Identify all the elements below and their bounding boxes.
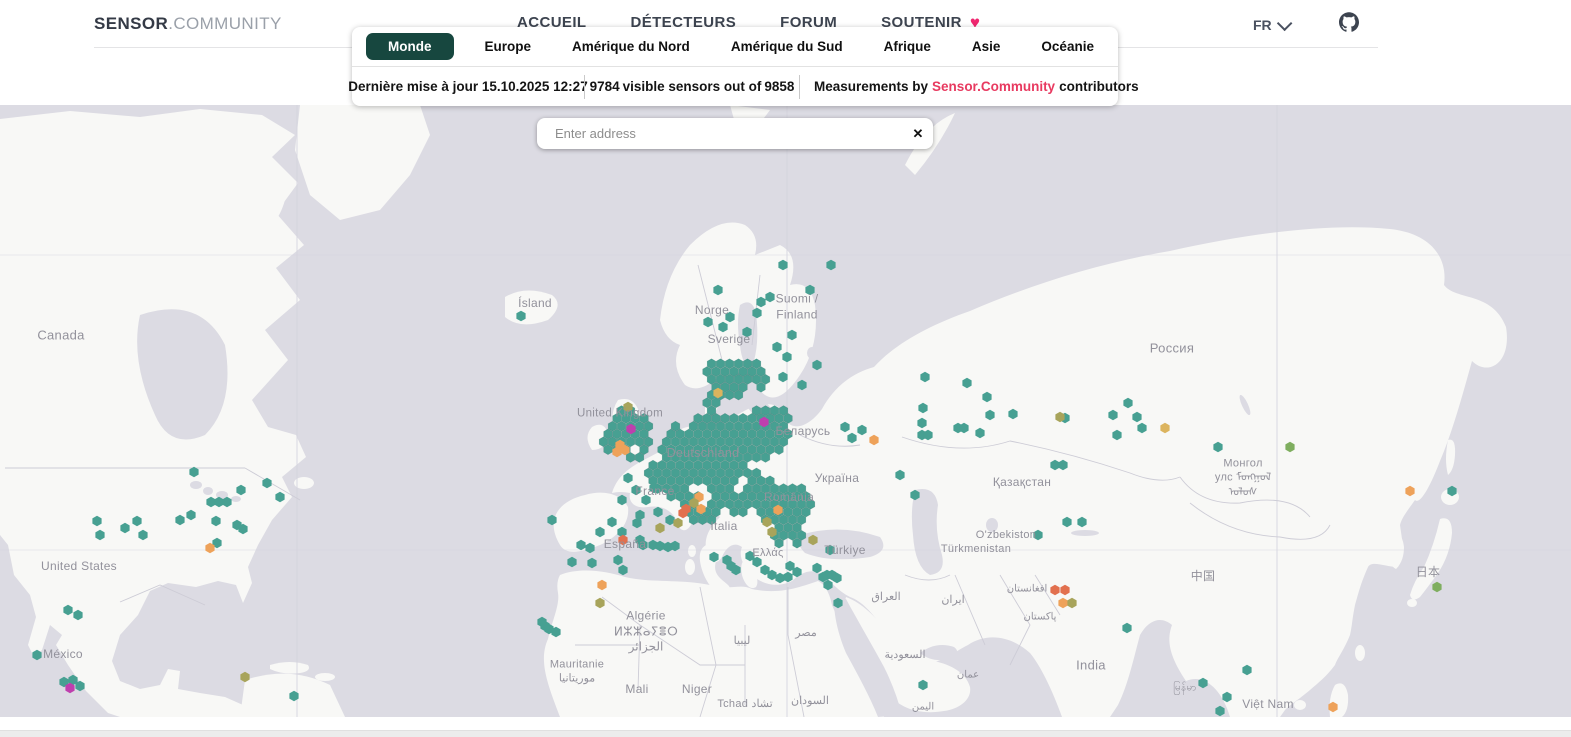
site-logo[interactable]: SENSOR.COMMUNITY: [94, 14, 282, 34]
map-control-panel: Monde Europe Amérique du Nord Amérique du S…: [352, 27, 1118, 106]
sensor-dot[interactable]: [604, 445, 613, 455]
tab-afrique[interactable]: Afrique: [874, 33, 941, 60]
sensor-community-link[interactable]: Sensor.Community: [932, 79, 1055, 94]
tab-amérique-du-nord[interactable]: Amérique du Nord: [562, 33, 700, 60]
sensor-dot[interactable]: [635, 452, 644, 462]
language-label: FR: [1253, 17, 1272, 33]
total-count: 9858: [764, 79, 794, 94]
visible-count: 9784: [590, 79, 620, 94]
language-selector[interactable]: FR: [1253, 17, 1288, 33]
sensor-dot[interactable]: [761, 452, 770, 462]
tab-monde[interactable]: Monde: [366, 33, 454, 60]
measurements-suffix: contributors: [1059, 79, 1139, 94]
sensor-count: 9784 visible sensors out of 9858: [584, 75, 799, 99]
sensor-dot[interactable]: [775, 538, 784, 548]
footer-strip: [0, 730, 1571, 737]
address-search: ✕: [537, 118, 933, 149]
sensor-dot[interactable]: [725, 390, 734, 400]
sensor-dot[interactable]: [707, 515, 716, 525]
sensor-dot[interactable]: [793, 538, 802, 548]
sensor-dot[interactable]: [698, 515, 707, 525]
map-base-layer: [0, 105, 1571, 717]
sensor-dot[interactable]: [757, 382, 766, 392]
tab-europe[interactable]: Europe: [475, 33, 542, 60]
sensor-dot[interactable]: [739, 507, 748, 517]
region-tabs: Monde Europe Amérique du Nord Amérique du S…: [352, 27, 1118, 66]
last-update: Dernière mise à jour 15.10.2025 12:27: [352, 75, 584, 99]
sensor-dot[interactable]: [689, 515, 698, 525]
sensor-dot[interactable]: [694, 476, 703, 486]
status-bar: Dernière mise à jour 15.10.2025 12:27 97…: [352, 66, 1118, 106]
search-input[interactable]: [537, 126, 903, 141]
sensor-dot[interactable]: [626, 452, 635, 462]
sensor-dot[interactable]: [730, 507, 739, 517]
visible-text: visible sensors out of: [623, 79, 762, 94]
logo-light: .COMMUNITY: [168, 14, 282, 33]
page: SENSOR.COMMUNITY ACCUEILDÉTECTEURSFORUMS…: [0, 0, 1571, 737]
tab-asie[interactable]: Asie: [962, 33, 1011, 60]
clear-search-icon[interactable]: ✕: [903, 126, 933, 142]
measurements-credit: Measurements by Sensor.Community contrib…: [799, 75, 1153, 99]
tab-océanie[interactable]: Océanie: [1031, 33, 1104, 60]
logo-bold: SENSOR: [94, 14, 168, 33]
github-icon: [1339, 12, 1359, 32]
sensor-dot[interactable]: [775, 445, 784, 455]
sensor-dot[interactable]: [667, 491, 676, 501]
world-map[interactable]: CanadaUnited StatesMéxicoÍslandNorgeSver…: [0, 105, 1571, 717]
github-link[interactable]: [1339, 12, 1359, 32]
measurements-prefix: Measurements by: [814, 79, 928, 94]
chevron-down-icon: [1277, 15, 1293, 31]
tab-amérique-du-sud[interactable]: Amérique du Sud: [721, 33, 853, 60]
sensor-dot[interactable]: [734, 390, 743, 400]
sensor-dot[interactable]: [752, 452, 761, 462]
